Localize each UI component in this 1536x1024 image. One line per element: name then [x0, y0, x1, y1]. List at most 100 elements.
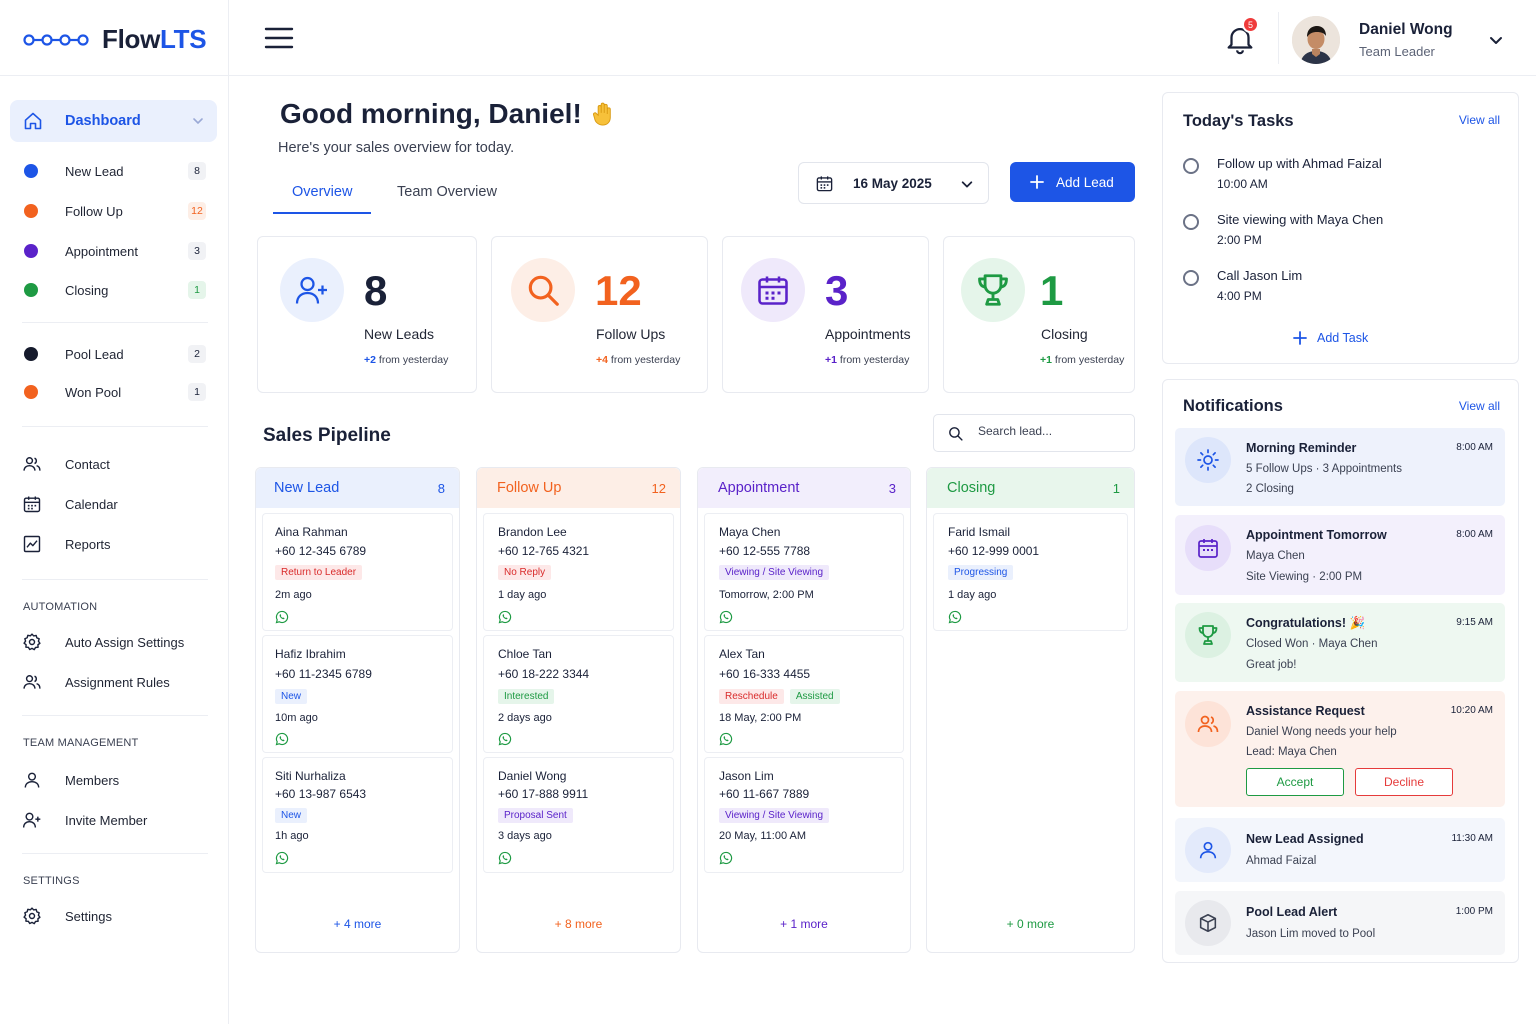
whatsapp-icon[interactable]: [498, 851, 512, 865]
tab-team-overview[interactable]: Team Overview: [397, 184, 497, 200]
show-more-link[interactable]: + 4 more: [256, 917, 459, 931]
sidebar-item-assignment-rules[interactable]: Assignment Rules: [22, 671, 212, 693]
column-header[interactable]: Closing 1: [927, 468, 1134, 508]
sidebar-item-settings[interactable]: Settings: [22, 905, 212, 927]
menu-toggle-button[interactable]: [264, 26, 296, 52]
lead-time: 2m ago: [275, 589, 312, 601]
column-count: 12: [651, 480, 666, 496]
sidebar-item-follow-up[interactable]: Follow Up 12: [24, 201, 210, 221]
lead-card[interactable]: Aina Rahman +60 12-345 6789 Return to Le…: [262, 513, 453, 631]
sidebar-item-pool-lead[interactable]: Pool Lead 2: [24, 344, 210, 364]
sidebar-item-closing[interactable]: Closing 1: [24, 280, 210, 300]
tasks-view-all-link[interactable]: View all: [1459, 113, 1500, 127]
notification-time: 9:15 AM: [1456, 617, 1493, 628]
divider: [22, 322, 208, 323]
notification-item[interactable]: Pool Lead Alert 1:00 PM Jason Lim moved …: [1175, 891, 1505, 955]
lead-card[interactable]: Chloe Tan +60 18-222 3344 Interested 2 d…: [483, 635, 674, 753]
notification-time: 1:00 PM: [1455, 906, 1493, 917]
task-item[interactable]: Follow up with Ahmad Faizal 10:00 AM: [1183, 156, 1503, 200]
pipeline-column-appointment: Appointment 3 Maya Chen +60 12-555 7788 …: [697, 467, 911, 953]
sidebar-item-label: Won Pool: [65, 384, 122, 400]
accept-button[interactable]: Accept: [1246, 768, 1344, 796]
whatsapp-icon[interactable]: [719, 851, 733, 865]
search-lead-input[interactable]: [978, 424, 1128, 438]
user-menu-button[interactable]: [1488, 32, 1504, 48]
stat-delta: +1 from yesterday: [1040, 354, 1124, 366]
lead-card[interactable]: Siti Nurhaliza +60 13-987 6543 New 1h ag…: [262, 757, 453, 873]
task-checkbox[interactable]: [1183, 214, 1199, 230]
stat-card-closing[interactable]: 1 Closing +1 from yesterday: [943, 236, 1135, 393]
whatsapp-icon[interactable]: [498, 610, 512, 624]
decline-button[interactable]: Decline: [1355, 768, 1453, 796]
whatsapp-icon[interactable]: [719, 610, 733, 624]
search-icon: [511, 258, 575, 322]
task-checkbox[interactable]: [1183, 158, 1199, 174]
column-header[interactable]: New Lead 8: [256, 468, 459, 508]
show-more-link[interactable]: + 1 more: [698, 917, 910, 931]
lead-card[interactable]: Hafiz Ibrahim +60 11-2345 6789 New 10m a…: [262, 635, 453, 753]
column-header[interactable]: Follow Up 12: [477, 468, 680, 508]
add-lead-button[interactable]: Add Lead: [1010, 162, 1135, 202]
task-checkbox[interactable]: [1183, 270, 1199, 286]
tab-overview[interactable]: Overview: [292, 184, 352, 200]
sidebar-item-calendar[interactable]: Calendar: [22, 493, 212, 515]
divider: [22, 579, 208, 580]
sidebar-item-label: Members: [65, 772, 120, 788]
show-more-link[interactable]: + 8 more: [477, 917, 680, 931]
sidebar-item-contact[interactable]: Contact: [22, 453, 212, 475]
lead-card[interactable]: Alex Tan +60 16-333 4455 Reschedule Assis…: [704, 635, 904, 753]
sidebar-item-dashboard[interactable]: Dashboard: [10, 100, 217, 142]
sidebar-item-appointment[interactable]: Appointment 3: [24, 241, 210, 261]
task-item[interactable]: Site viewing with Maya Chen 2:00 PM: [1183, 212, 1503, 256]
lead-time: 3 days ago: [498, 830, 552, 842]
app: FlowLTS 5 Daniel Wong Team Leader Dashbo…: [0, 0, 1536, 1024]
calendar-icon: [22, 494, 42, 514]
whatsapp-icon[interactable]: [275, 851, 289, 865]
lead-card[interactable]: Brandon Lee +60 12-765 4321 No Reply 1 d…: [483, 513, 674, 631]
notification-item[interactable]: Appointment Tomorrow 8:00 AM Maya Chen S…: [1175, 515, 1505, 595]
notification-text: Maya Chen: [1246, 550, 1305, 562]
user-avatar[interactable]: [1292, 16, 1340, 64]
add-task-button[interactable]: Add Task: [1293, 331, 1368, 345]
sidebar-item-won-pool[interactable]: Won Pool 1: [24, 382, 210, 402]
lead-card[interactable]: Jason Lim +60 11-667 7889 Viewing / Site…: [704, 757, 904, 873]
lead-card[interactable]: Farid Ismail +60 12-999 0001 Progressing…: [933, 513, 1128, 631]
whatsapp-icon[interactable]: [719, 732, 733, 746]
sidebar-item-invite-member[interactable]: Invite Member: [22, 809, 212, 831]
section-title-automation: AUTOMATION: [23, 601, 98, 613]
todays-tasks-panel: Today's Tasks View all Follow up with Ah…: [1162, 92, 1519, 364]
whatsapp-icon[interactable]: [948, 610, 962, 624]
sidebar-item-auto-assign-settings[interactable]: Auto Assign Settings: [22, 631, 212, 653]
sidebar-item-label: New Lead: [65, 163, 124, 179]
stat-card-new-leads[interactable]: 8 New Leads +2 from yesterday: [257, 236, 477, 393]
search-icon: [947, 425, 964, 442]
sidebar-item-reports[interactable]: Reports: [22, 533, 212, 555]
waving-hand-icon: [590, 100, 618, 128]
pipeline-column-closing: Closing 1 Farid Ismail +60 12-999 0001 P…: [926, 467, 1135, 953]
lead-phone: +60 11-667 7889: [719, 787, 810, 801]
status-badge: New: [275, 808, 308, 823]
home-icon: [23, 111, 43, 131]
whatsapp-icon[interactable]: [275, 732, 289, 746]
sidebar-item-members[interactable]: Members: [22, 769, 212, 791]
column-header[interactable]: Appointment 3: [698, 468, 910, 508]
date-picker[interactable]: 16 May 2025: [798, 162, 989, 204]
notification-badge: 5: [1242, 16, 1259, 33]
lead-card[interactable]: Daniel Wong +60 17-888 9911 Proposal Sen…: [483, 757, 674, 873]
logo[interactable]: FlowLTS: [22, 24, 207, 55]
lead-phone: +60 17-888 9911: [498, 787, 589, 801]
sidebar: Dashboard New Lead 8 Follow Up 12 Appoin…: [0, 76, 228, 1024]
task-item[interactable]: Call Jason Lim 4:00 PM: [1183, 268, 1503, 312]
lead-card[interactable]: Maya Chen +60 12-555 7788 Viewing / Site…: [704, 513, 904, 631]
notification-item[interactable]: New Lead Assigned 11:30 AM Ahmad Faizal: [1175, 818, 1505, 882]
show-more-link[interactable]: + 0 more: [927, 917, 1134, 931]
notification-item[interactable]: Morning Reminder 8:00 AM 5 Follow Ups · …: [1175, 428, 1505, 506]
sidebar-item-new-lead[interactable]: New Lead 8: [24, 161, 210, 181]
notifications-view-all-link[interactable]: View all: [1459, 399, 1500, 413]
stat-card-follow-ups[interactable]: 12 Follow Ups +4 from yesterday: [491, 236, 708, 393]
whatsapp-icon[interactable]: [275, 610, 289, 624]
stat-card-appointments[interactable]: 3 Appointments +1 from yesterday: [722, 236, 929, 393]
whatsapp-icon[interactable]: [498, 732, 512, 746]
stat-value: 1: [1040, 267, 1064, 314]
notification-item[interactable]: Congratulations! 🎉 9:15 AM Closed Won · …: [1175, 603, 1505, 682]
